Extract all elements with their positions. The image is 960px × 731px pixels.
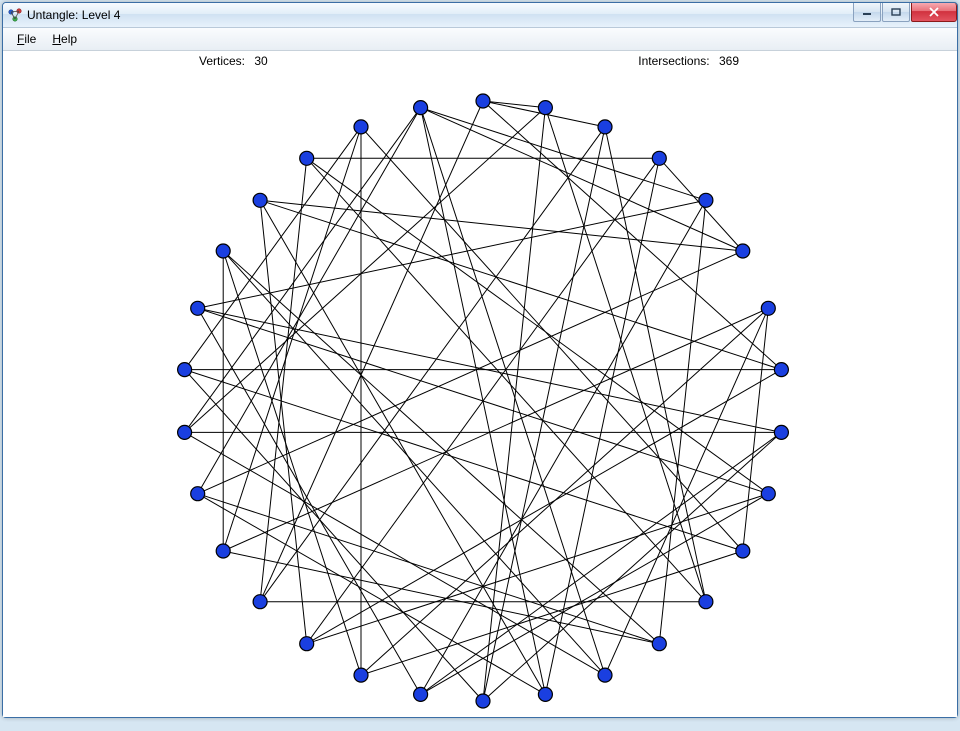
intersections-value: 369 [719, 54, 739, 68]
vertex[interactable] [253, 193, 267, 207]
edge [223, 251, 659, 644]
window-controls [852, 3, 957, 22]
edge [223, 308, 768, 551]
intersections-readout: Intersections: 369 [638, 54, 739, 68]
titlebar[interactable]: Untangle: Level 4 [3, 3, 957, 28]
vertex[interactable] [774, 363, 788, 377]
vertex[interactable] [652, 637, 666, 651]
vertices-label: Vertices: [199, 54, 245, 68]
vertex[interactable] [538, 687, 552, 701]
minimize-icon [862, 8, 872, 16]
edge [223, 251, 605, 675]
vertex[interactable] [354, 668, 368, 682]
vertex[interactable] [216, 544, 230, 558]
edge [185, 370, 483, 701]
edge [198, 494, 660, 644]
edge [223, 251, 361, 675]
edge [361, 308, 768, 675]
edge [483, 101, 781, 370]
vertex[interactable] [761, 487, 775, 501]
edge [659, 200, 706, 643]
close-button[interactable] [911, 3, 957, 22]
vertex[interactable] [538, 101, 552, 115]
vertex[interactable] [191, 301, 205, 315]
vertex[interactable] [178, 363, 192, 377]
edge [260, 101, 483, 602]
edge [421, 200, 706, 694]
vertex[interactable] [598, 668, 612, 682]
edge [198, 251, 743, 494]
vertex[interactable] [699, 595, 713, 609]
vertex[interactable] [598, 120, 612, 134]
window-title: Untangle: Level 4 [27, 3, 120, 27]
menu-file[interactable]: File [9, 30, 44, 48]
untangle-icon [7, 7, 23, 23]
minimize-button[interactable] [853, 3, 881, 22]
vertices-value: 30 [254, 54, 267, 68]
vertex[interactable] [253, 595, 267, 609]
edge [185, 108, 546, 433]
edge [483, 432, 781, 701]
vertex[interactable] [761, 301, 775, 315]
edge [421, 432, 782, 694]
edge [743, 308, 769, 551]
edge [198, 308, 769, 493]
edge [198, 308, 421, 694]
vertex[interactable] [414, 101, 428, 115]
vertex[interactable] [652, 151, 666, 165]
vertex[interactable] [216, 244, 230, 258]
vertex[interactable] [191, 487, 205, 501]
edge [421, 108, 605, 676]
edge [260, 127, 605, 602]
menu-file-rest: ile [24, 32, 36, 46]
vertex[interactable] [699, 193, 713, 207]
edge [421, 494, 769, 695]
edge [260, 200, 307, 643]
vertex[interactable] [476, 94, 490, 108]
close-icon [928, 7, 940, 17]
vertex[interactable] [300, 637, 314, 651]
vertices-readout: Vertices: 30 [199, 54, 268, 68]
vertex[interactable] [476, 694, 490, 708]
menu-help-rest: elp [61, 32, 77, 46]
edge [185, 432, 605, 675]
menu-help[interactable]: Help [44, 30, 85, 48]
edge [421, 108, 743, 251]
vertex[interactable] [774, 425, 788, 439]
graph-canvas[interactable] [3, 71, 957, 717]
vertex[interactable] [354, 120, 368, 134]
app-window: Untangle: Level 4 File Help [2, 2, 958, 718]
edges-group [185, 101, 782, 701]
edge [605, 308, 768, 675]
edge [545, 108, 706, 602]
intersections-label: Intersections: [638, 54, 709, 68]
edge [361, 551, 743, 675]
edge [198, 308, 782, 432]
graph-svg[interactable] [3, 71, 957, 731]
vertex[interactable] [736, 544, 750, 558]
maximize-button[interactable] [882, 3, 910, 22]
edge [198, 494, 546, 695]
vertex[interactable] [736, 244, 750, 258]
menubar: File Help [3, 28, 957, 51]
edge [223, 551, 659, 644]
stats-bar: Vertices: 30 Intersections: 369 [3, 51, 957, 71]
vertex[interactable] [178, 425, 192, 439]
vertex[interactable] [414, 687, 428, 701]
edge [260, 158, 307, 601]
vertex[interactable] [300, 151, 314, 165]
edge [483, 101, 545, 108]
maximize-icon [891, 8, 901, 16]
